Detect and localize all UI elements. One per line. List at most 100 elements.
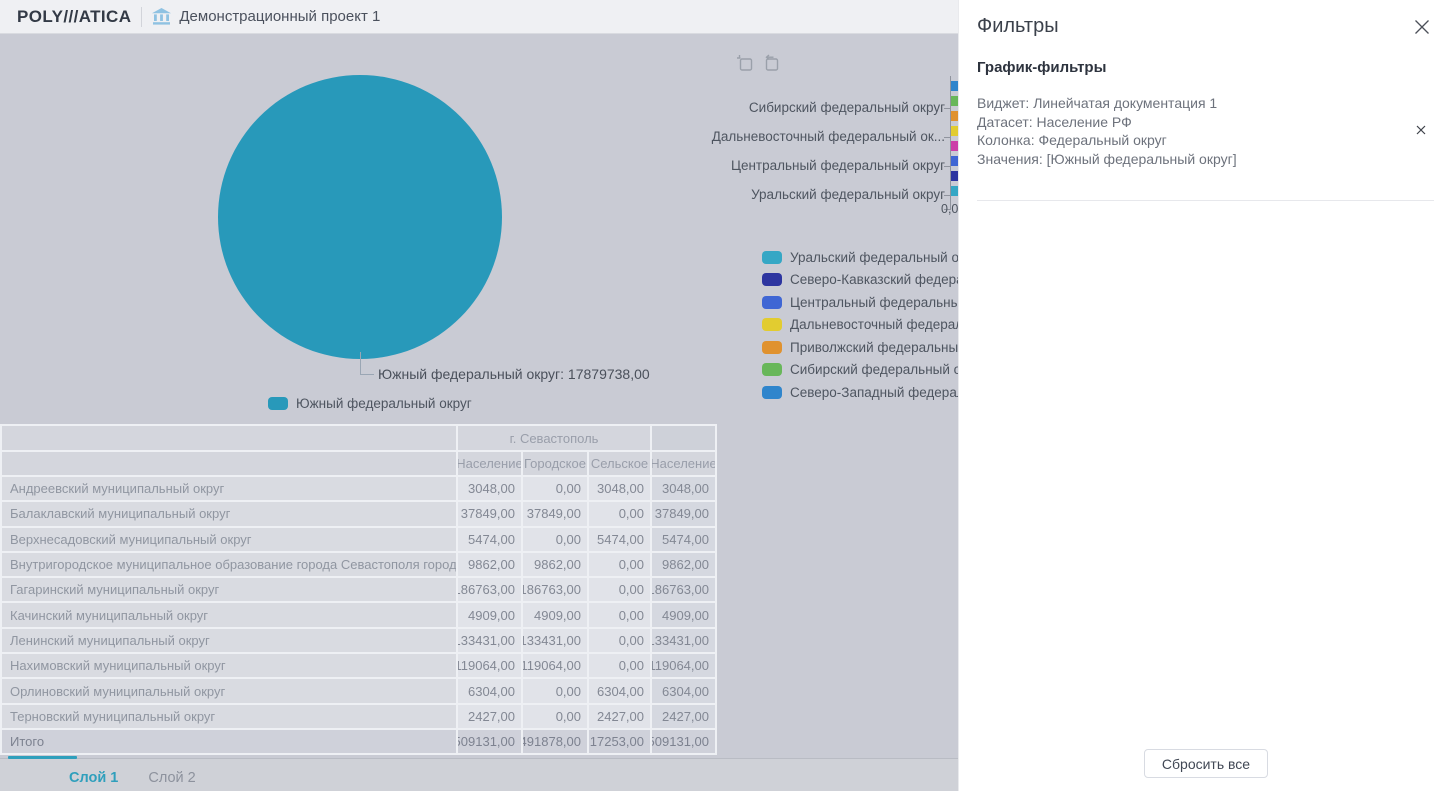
pie-chart[interactable] bbox=[218, 75, 502, 359]
box-select-icon[interactable] bbox=[736, 54, 753, 72]
table-cell[interactable]: 6304,00 bbox=[458, 679, 521, 702]
table-cell[interactable]: 0,00 bbox=[589, 553, 650, 576]
legend-label: Сибирский федеральный округ bbox=[790, 362, 986, 377]
reset-all-button[interactable]: Сбросить все bbox=[1144, 749, 1268, 778]
bar-segment[interactable] bbox=[951, 126, 958, 136]
divider bbox=[141, 7, 142, 27]
table-cell[interactable]: 0,00 bbox=[523, 477, 587, 500]
pie-legend: Южный федеральный округ bbox=[268, 392, 472, 415]
table-cell[interactable]: 3048,00 bbox=[652, 477, 715, 500]
table-cell[interactable]: 133431,00 bbox=[458, 629, 521, 652]
legend-swatch bbox=[762, 318, 782, 331]
table-cell[interactable]: 0,00 bbox=[523, 679, 587, 702]
table-cell[interactable]: 0,00 bbox=[523, 528, 587, 551]
tab-layer-1[interactable]: Слой 1 bbox=[69, 770, 118, 786]
table-row-label[interactable]: Качинский муниципальный округ bbox=[2, 603, 456, 626]
table-cell[interactable]: 133431,00 bbox=[523, 629, 587, 652]
x-axis-origin-label: 0,0 bbox=[941, 202, 958, 216]
table-row-label[interactable]: Внутригородское муниципальное образовани… bbox=[2, 553, 456, 576]
bar-segment[interactable] bbox=[951, 171, 958, 181]
table-row-label[interactable]: Ленинский муниципальный округ bbox=[2, 629, 456, 652]
bar-segment[interactable] bbox=[951, 111, 958, 121]
table-cell[interactable]: 2427,00 bbox=[458, 705, 521, 728]
table-cell[interactable]: 3048,00 bbox=[458, 477, 521, 500]
table-row-label[interactable]: Терновский муниципальный округ bbox=[2, 705, 456, 728]
bar-segment[interactable] bbox=[951, 186, 958, 196]
table-cell[interactable]: 186763,00 bbox=[523, 578, 587, 601]
chart-filters-section-title: График-фильтры bbox=[977, 59, 1106, 76]
table-cell[interactable]: 6304,00 bbox=[652, 679, 715, 702]
table-cell[interactable]: 3048,00 bbox=[589, 477, 650, 500]
table-cell[interactable]: 0,00 bbox=[589, 578, 650, 601]
table-row-label[interactable]: Орлиновский муниципальный округ bbox=[2, 679, 456, 702]
table-cell[interactable]: 5474,00 bbox=[458, 528, 521, 551]
filter-details: Виджет: Линейчатая документация 1Датасет… bbox=[977, 94, 1237, 169]
bar-category-label[interactable]: Уральский федеральный округ bbox=[615, 187, 945, 202]
table-cell[interactable]: 186763,00 bbox=[652, 578, 715, 601]
table-column-header[interactable]: Население bbox=[652, 452, 715, 475]
table-total-label: Итого bbox=[2, 730, 456, 753]
table-row-label[interactable]: Верхнесадовский муниципальный округ bbox=[2, 528, 456, 551]
app-logo[interactable]: POLY///ATICA bbox=[17, 7, 131, 27]
table-cell[interactable]: 0,00 bbox=[523, 705, 587, 728]
legend-swatch bbox=[762, 251, 782, 264]
table-cell[interactable]: 37849,00 bbox=[652, 502, 715, 525]
table-cell[interactable]: 119064,00 bbox=[458, 654, 521, 677]
filters-panel-title: Фильтры bbox=[977, 15, 1059, 38]
pie-callout-line bbox=[360, 374, 374, 375]
bar-category-label[interactable]: Центральный федеральный округ bbox=[615, 158, 945, 173]
bar-segment[interactable] bbox=[951, 156, 958, 166]
undo-zoom-icon[interactable] bbox=[762, 54, 779, 72]
table-cell[interactable]: 0,00 bbox=[589, 603, 650, 626]
bar-category-label[interactable]: Сибирский федеральный округ bbox=[615, 100, 945, 115]
table-cell[interactable]: 2427,00 bbox=[652, 705, 715, 728]
table-column-header[interactable]: Городское bbox=[523, 452, 587, 475]
table-cell[interactable]: 37849,00 bbox=[458, 502, 521, 525]
layer-tabs: Слой 1 Слой 2 bbox=[69, 770, 196, 786]
dashboard-app: POLY///ATICA Демонстрационный проект 1 Ю… bbox=[0, 0, 1446, 791]
pie-callout-line bbox=[360, 352, 361, 375]
table-cell[interactable]: 9862,00 bbox=[652, 553, 715, 576]
filter-detail-line: Виджет: Линейчатая документация 1 bbox=[977, 94, 1237, 113]
table-cell[interactable]: 4909,00 bbox=[652, 603, 715, 626]
table-cell[interactable]: 37849,00 bbox=[523, 502, 587, 525]
remove-filter-icon[interactable] bbox=[1416, 125, 1426, 135]
legend-item[interactable]: Южный федеральный округ bbox=[268, 392, 472, 415]
bar-segment[interactable] bbox=[951, 81, 958, 91]
table-cell[interactable]: 5474,00 bbox=[589, 528, 650, 551]
table-group-header[interactable]: г. Севастополь bbox=[458, 426, 650, 450]
tab-layer-2[interactable]: Слой 2 bbox=[148, 770, 195, 786]
table-column-header[interactable]: Население bbox=[458, 452, 521, 475]
table-row-label[interactable]: Гагаринский муниципальный округ bbox=[2, 578, 456, 601]
table-row-label[interactable]: Балаклавский муниципальный округ bbox=[2, 502, 456, 525]
table-row-label[interactable]: Нахимовский муниципальный округ bbox=[2, 654, 456, 677]
bar-category-label[interactable]: Дальневосточный федеральный ок... bbox=[615, 129, 945, 144]
table-cell[interactable]: 6304,00 bbox=[589, 679, 650, 702]
table-total-cell: 491878,00 bbox=[523, 730, 587, 753]
table-cell[interactable]: 119064,00 bbox=[523, 654, 587, 677]
population-table: г. СевастопольНаселениеГородскоеСельское… bbox=[0, 424, 717, 755]
bar-segment[interactable] bbox=[951, 96, 958, 106]
table-cell[interactable]: 5474,00 bbox=[652, 528, 715, 551]
legend-swatch bbox=[762, 341, 782, 354]
bar-segment[interactable] bbox=[951, 141, 958, 151]
filters-panel: Фильтры График-фильтры Виджет: Линейчата… bbox=[958, 0, 1446, 791]
table-cell[interactable]: 0,00 bbox=[589, 502, 650, 525]
bank-icon bbox=[151, 7, 172, 26]
table-cell[interactable]: 186763,00 bbox=[458, 578, 521, 601]
table-cell[interactable]: 0,00 bbox=[589, 654, 650, 677]
filter-detail-line: Колонка: Федеральный округ bbox=[977, 131, 1237, 150]
table-cell[interactable]: 4909,00 bbox=[458, 603, 521, 626]
table-cell[interactable]: 119064,00 bbox=[652, 654, 715, 677]
table-cell[interactable]: 2427,00 bbox=[589, 705, 650, 728]
table-cell[interactable]: 133431,00 bbox=[652, 629, 715, 652]
table-row-label[interactable]: Андреевский муниципальный округ bbox=[2, 477, 456, 500]
table-cell[interactable]: 9862,00 bbox=[523, 553, 587, 576]
table-cell[interactable]: 9862,00 bbox=[458, 553, 521, 576]
table-cell[interactable]: 0,00 bbox=[589, 629, 650, 652]
table-column-header[interactable]: Сельское bbox=[589, 452, 650, 475]
axis-tick bbox=[944, 195, 951, 196]
legend-label: Южный федеральный округ bbox=[296, 396, 472, 411]
table-cell[interactable]: 4909,00 bbox=[523, 603, 587, 626]
close-icon[interactable] bbox=[1414, 19, 1430, 35]
